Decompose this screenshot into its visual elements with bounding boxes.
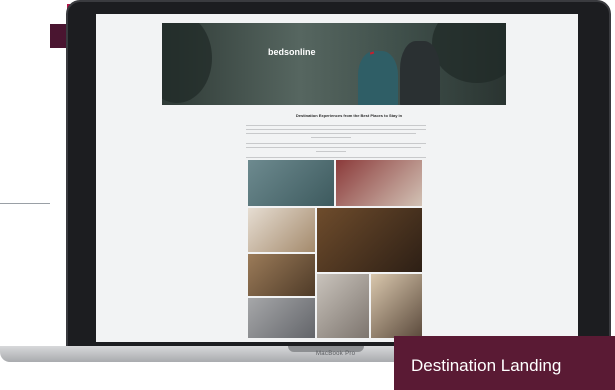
gallery-tile-terrace[interactable] <box>248 298 315 338</box>
laptop-screen: bedsonline Destination Experiences from … <box>96 14 578 342</box>
gallery-tile-pool-resort[interactable] <box>248 160 334 206</box>
text-line <box>246 157 426 159</box>
gallery-tile-modern-room[interactable] <box>371 274 422 338</box>
site-logo[interactable]: bedsonline <box>268 47 316 57</box>
hero-banner: bedsonline <box>162 23 506 105</box>
person-silhouette <box>358 51 398 105</box>
page-title: Destination Experiences from the Best Pl… <box>295 113 403 118</box>
decorative-divider <box>0 203 50 204</box>
text-line <box>246 143 426 145</box>
text-line <box>246 133 416 135</box>
text-line <box>246 147 421 149</box>
text-line <box>316 151 346 153</box>
gallery-tile-twin-room[interactable] <box>317 274 369 338</box>
person-silhouette <box>400 41 440 105</box>
text-line <box>311 137 351 139</box>
text-line <box>246 129 426 131</box>
tree-silhouette <box>162 23 212 103</box>
tree-silhouette <box>432 23 506 83</box>
gallery-tile-hotel-bedroom[interactable] <box>336 160 422 206</box>
gallery-tile-classic-room[interactable] <box>248 254 315 296</box>
gallery-tile-lounge-bar[interactable] <box>317 208 422 272</box>
device-model-label: MacBook Pro <box>316 351 356 357</box>
text-line <box>246 125 426 127</box>
section-banner: Destination Landing <box>394 336 615 390</box>
gallery-tile-bright-suite[interactable] <box>248 208 315 252</box>
